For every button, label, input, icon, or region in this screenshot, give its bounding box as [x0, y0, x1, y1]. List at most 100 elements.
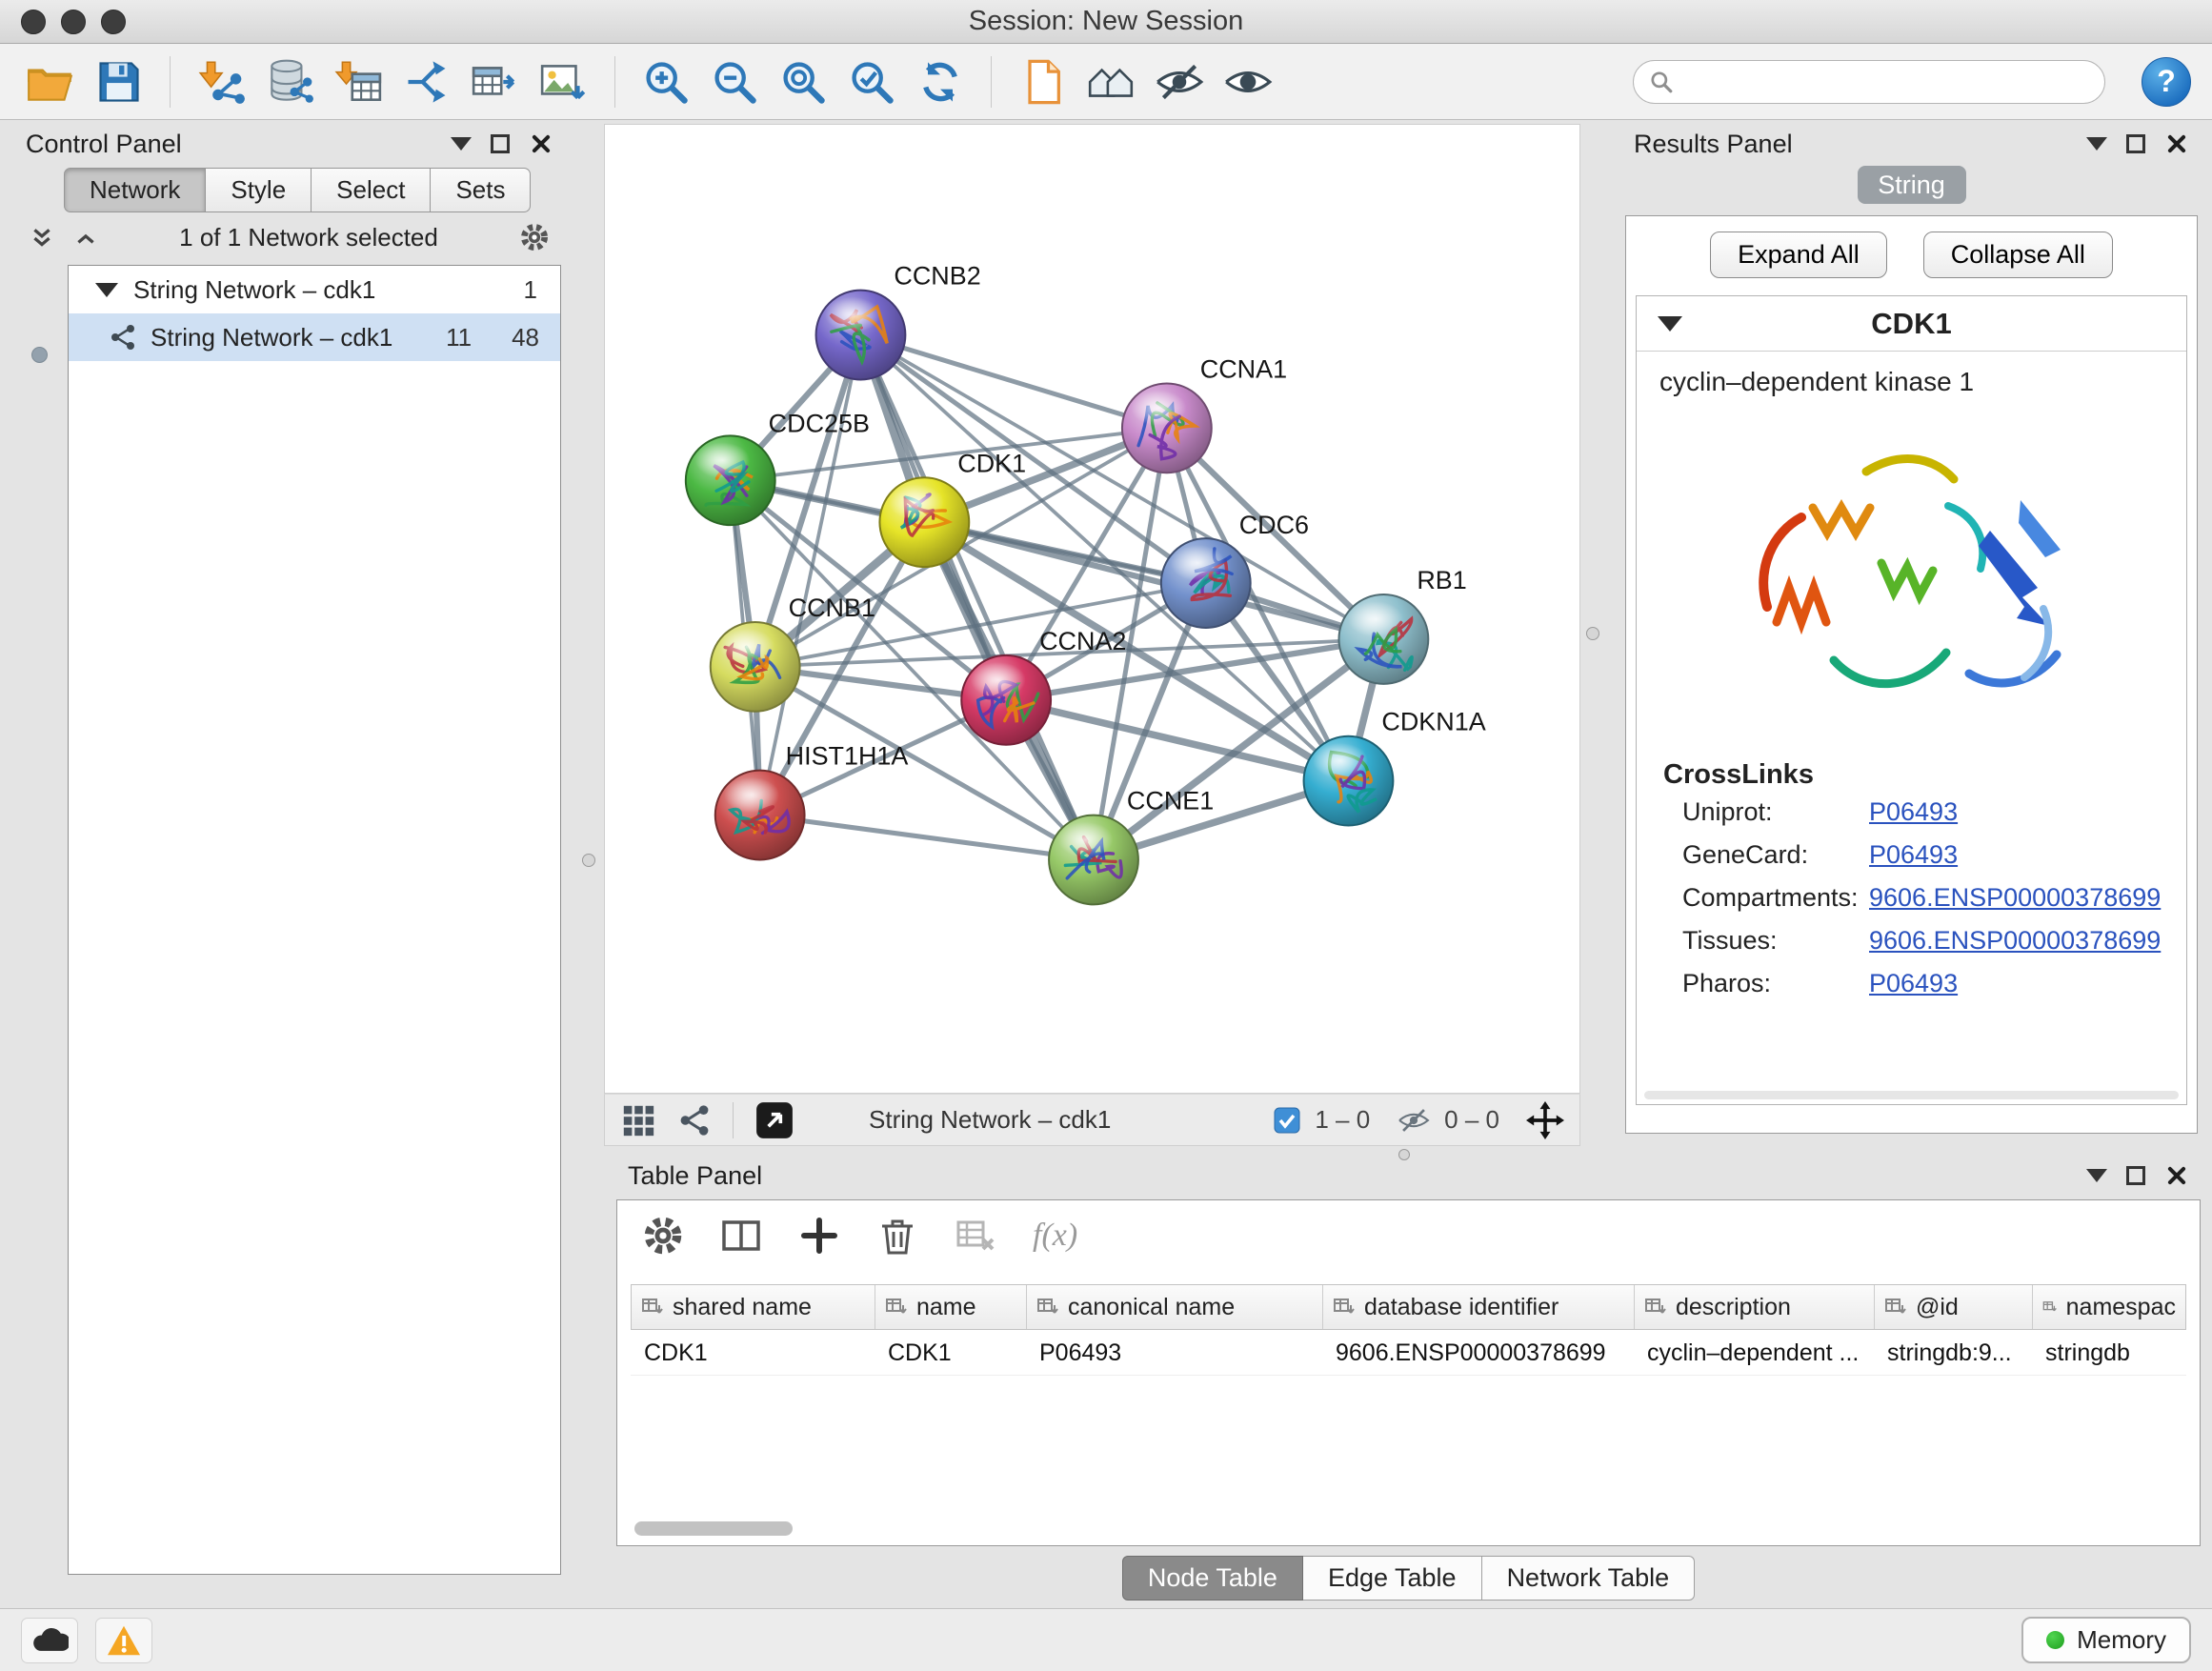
apply-layout-button[interactable] [911, 51, 970, 112]
cell-shared-name[interactable]: CDK1 [631, 1330, 875, 1375]
add-column-icon[interactable] [798, 1215, 840, 1257]
panel-float-icon[interactable] [2126, 134, 2145, 153]
hidden-eye-slash-icon[interactable] [1397, 1106, 1431, 1135]
right-splitter-handle[interactable] [1586, 627, 1599, 640]
network-view-canvas[interactable]: CCNB2CCNA1CDC25BCDK1CDC6RB1CCNB1CCNA2CDK… [604, 124, 1580, 1094]
tab-node-table[interactable]: Node Table [1122, 1556, 1303, 1601]
zoom-in-button[interactable] [636, 51, 695, 112]
svg-text:CCNA2: CCNA2 [1039, 627, 1126, 655]
birds-eye-view-button[interactable] [1081, 51, 1140, 112]
cell-id[interactable]: stringdb:9... [1874, 1330, 2032, 1375]
control-panel: Control Panel Network Style Select Sets … [14, 124, 565, 1580]
bottom-splitter-handle[interactable] [1398, 1149, 1410, 1160]
column-icon [885, 1298, 908, 1317]
search-input[interactable] [1683, 67, 2089, 96]
import-table-file-button[interactable] [329, 51, 388, 112]
tab-edge-table[interactable]: Edge Table [1303, 1556, 1482, 1601]
string-tab[interactable]: String [1858, 166, 1966, 204]
network-row-selected[interactable]: String Network – cdk1 11 48 [69, 313, 560, 361]
move-crosshair-icon[interactable] [1526, 1101, 1564, 1139]
expand-all-button[interactable]: Expand All [1710, 232, 1887, 278]
import-network-file-button[interactable] [191, 51, 251, 112]
show-all-button[interactable] [1218, 51, 1277, 112]
table-row[interactable]: CDK1 CDK1 P06493 9606.ENSP00000378699 cy… [631, 1330, 2186, 1376]
search-box[interactable] [1633, 60, 2105, 104]
network-selection-status-row: 1 of 1 Network selected [14, 212, 565, 262]
function-builder-button[interactable]: f(x) [1033, 1218, 1077, 1254]
crosslink-link[interactable]: P06493 [1869, 797, 1958, 827]
svg-text:HIST1H1A: HIST1H1A [786, 742, 909, 771]
panel-menu-icon[interactable] [2086, 137, 2107, 151]
grid-view-button[interactable] [620, 1102, 656, 1138]
refresh-icon [915, 57, 966, 107]
split-panel-icon[interactable] [720, 1215, 762, 1257]
network-collection-row[interactable]: String Network – cdk1 1 [69, 266, 560, 313]
import-network-database-button[interactable] [260, 51, 319, 112]
delete-column-trash-icon[interactable] [876, 1215, 918, 1257]
network-list-button[interactable] [677, 1103, 712, 1137]
results-horizontal-scrollbar[interactable] [1644, 1091, 2179, 1099]
help-button[interactable]: ? [2142, 57, 2191, 107]
collection-expander-icon[interactable] [95, 283, 118, 297]
panel-close-icon[interactable] [2164, 1163, 2189, 1188]
left-splitter-handle[interactable] [582, 854, 595, 867]
minimize-window-button[interactable] [61, 10, 86, 34]
warnings-button[interactable] [95, 1618, 152, 1663]
panel-close-icon[interactable] [529, 131, 553, 156]
card-expander-icon[interactable] [1658, 316, 1682, 332]
cell-database-identifier[interactable]: 9606.ENSP00000378699 [1322, 1330, 1634, 1375]
collection-count: 1 [524, 275, 537, 305]
cell-name[interactable]: CDK1 [875, 1330, 1026, 1375]
table-gear-icon[interactable] [642, 1215, 684, 1257]
copy-view-button[interactable] [1013, 51, 1072, 112]
cell-canonical-name[interactable]: P06493 [1026, 1330, 1322, 1375]
panel-close-icon[interactable] [2164, 131, 2189, 156]
collapse-all-button[interactable]: Collapse All [1923, 232, 2113, 278]
gear-icon[interactable] [519, 222, 550, 252]
protein-structure-image [1721, 411, 2102, 754]
crosslink-link[interactable]: P06493 [1869, 969, 1958, 998]
tab-select[interactable]: Select [312, 168, 431, 212]
zoom-selected-button[interactable] [842, 51, 901, 112]
zoom-out-button[interactable] [705, 51, 764, 112]
column-header[interactable]: canonical name [1027, 1285, 1323, 1329]
new-network-button[interactable] [397, 51, 456, 112]
memory-button[interactable]: Memory [2021, 1617, 2191, 1663]
svg-text:CCNB1: CCNB1 [789, 594, 875, 622]
open-session-button[interactable] [21, 51, 80, 112]
selected-checkbox-icon[interactable] [1273, 1106, 1301, 1135]
crosslink-link[interactable]: 9606.ENSP00000378699 [1869, 926, 2161, 956]
panel-float-icon[interactable] [491, 134, 510, 153]
close-window-button[interactable] [21, 10, 46, 34]
zoom-window-button[interactable] [101, 10, 126, 34]
save-session-button[interactable] [90, 51, 149, 112]
column-header[interactable]: @id [1875, 1285, 2033, 1329]
column-header[interactable]: namespac [2033, 1285, 2185, 1329]
table-horizontal-scrollbar[interactable] [634, 1521, 793, 1536]
tab-network[interactable]: Network [64, 168, 206, 212]
panel-float-icon[interactable] [2126, 1166, 2145, 1185]
expand-all-tree-icon[interactable] [30, 225, 54, 250]
column-header[interactable]: shared name [632, 1285, 875, 1329]
hide-selected-button[interactable] [1150, 51, 1209, 112]
panel-menu-icon[interactable] [2086, 1169, 2107, 1182]
cloud-status-button[interactable] [21, 1618, 78, 1663]
column-header[interactable]: name [875, 1285, 1027, 1329]
collapse-all-tree-icon[interactable] [73, 225, 98, 250]
zoom-fit-button[interactable] [774, 51, 833, 112]
crosslink-link[interactable]: 9606.ENSP00000378699 [1869, 883, 2161, 913]
column-header[interactable]: database identifier [1323, 1285, 1635, 1329]
panel-menu-icon[interactable] [451, 137, 472, 151]
protein-card-header[interactable]: CDK1 [1637, 296, 2186, 352]
column-header[interactable]: description [1635, 1285, 1875, 1329]
export-table-button[interactable] [466, 51, 525, 112]
open-folder-icon [25, 57, 76, 107]
tab-network-table[interactable]: Network Table [1482, 1556, 1696, 1601]
tab-style[interactable]: Style [206, 168, 312, 212]
crosslink-link[interactable]: P06493 [1869, 840, 1958, 870]
export-image-button[interactable] [534, 51, 593, 112]
detach-view-button[interactable] [754, 1100, 794, 1140]
tab-sets[interactable]: Sets [431, 168, 531, 212]
cell-namespace[interactable]: stringdb [2032, 1330, 2184, 1375]
cell-description[interactable]: cyclin–dependent ... [1634, 1330, 1874, 1375]
